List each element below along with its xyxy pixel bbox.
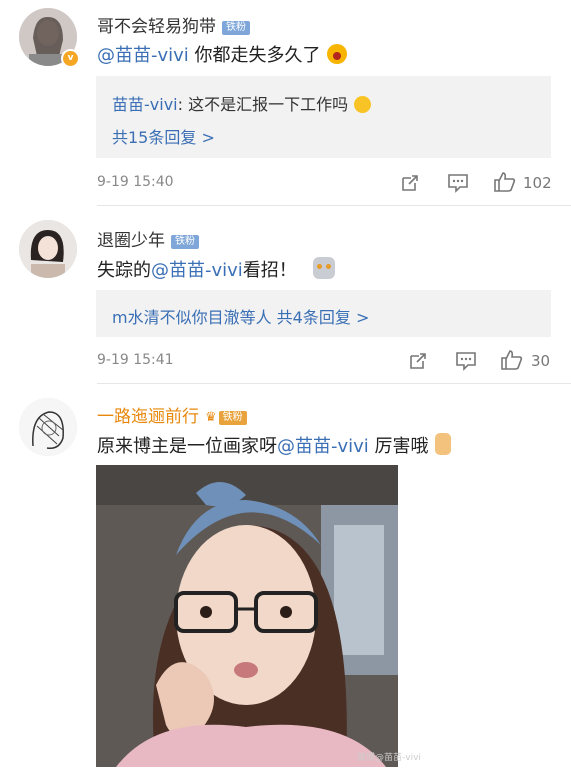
- avatar[interactable]: [19, 398, 77, 456]
- image-watermark: 微博@苗苗-vivi: [357, 753, 421, 763]
- username[interactable]: 退圈少年 铁粉: [97, 226, 199, 251]
- grin-emoji-icon: [354, 96, 372, 113]
- like-icon[interactable]: [500, 349, 523, 371]
- comment-body-end: 厉害哦: [368, 436, 429, 457]
- username-text[interactable]: 哥不会轻易狗带: [97, 17, 216, 37]
- repost-icon[interactable]: [408, 351, 428, 371]
- crown-icon: ♛: [205, 410, 217, 425]
- reply-text: : 这不是汇报一下工作吗: [177, 95, 349, 114]
- like-count: 102: [523, 174, 552, 192]
- reply-preview[interactable]: 苗苗-vivi: 这不是汇报一下工作吗: [112, 91, 372, 115]
- divider: [97, 383, 571, 384]
- mention-link[interactable]: @苗苗-vivi: [277, 436, 369, 457]
- timestamp: 9-19 15:41: [97, 352, 174, 368]
- surprised-emoji-icon: [326, 44, 347, 64]
- username-text[interactable]: 退圈少年: [97, 231, 165, 251]
- username-text[interactable]: 一路迤逦前行: [97, 407, 199, 427]
- comment-text: 失踪的@苗苗-vivi看招！: [97, 256, 335, 282]
- reply-author[interactable]: 苗苗-vivi: [112, 95, 178, 114]
- mention-link[interactable]: @苗苗-vivi: [97, 45, 189, 66]
- comment-text: @苗苗-vivi 你都走失多久了: [97, 41, 347, 67]
- robot-emoji-icon: [312, 257, 335, 279]
- repost-icon[interactable]: [400, 173, 420, 193]
- comment-body-end: 看招！: [242, 260, 297, 281]
- verified-badge-icon: v: [61, 49, 80, 68]
- thumbs-up-emoji-icon: [434, 433, 451, 455]
- reply-box[interactable]: m水清不似你目澈等人 共4条回复 >: [96, 290, 551, 337]
- more-replies-link[interactable]: 共15条回复 >: [112, 124, 215, 148]
- username[interactable]: 一路迤逦前行 ♛ 铁粉: [97, 402, 247, 427]
- comment-text: 原来博主是一位画家呀@苗苗-vivi 厉害哦: [97, 432, 451, 458]
- comment-icon[interactable]: [447, 173, 469, 193]
- reply-box[interactable]: 苗苗-vivi: 这不是汇报一下工作吗 共15条回复 >: [96, 76, 551, 158]
- timestamp: 9-19 15:40: [97, 174, 174, 190]
- fan-badge: 铁粉: [171, 235, 199, 249]
- mention-link[interactable]: @苗苗-vivi: [151, 260, 243, 281]
- more-replies-link[interactable]: m水清不似你目澈等人 共4条回复 >: [112, 304, 369, 328]
- like-icon[interactable]: [493, 171, 516, 193]
- comment-body: 原来博主是一位画家呀: [97, 436, 277, 457]
- divider: [97, 205, 571, 206]
- fan-badge: 铁粉: [222, 21, 250, 35]
- comment-photo[interactable]: [96, 465, 398, 767]
- like-count: 30: [531, 352, 551, 370]
- fan-badge: 铁粉: [218, 411, 247, 425]
- avatar[interactable]: [19, 220, 77, 278]
- comment-body: 你都走失多久了: [188, 45, 321, 66]
- username[interactable]: 哥不会轻易狗带 铁粉: [97, 12, 250, 37]
- comment-body: 失踪的: [97, 260, 151, 281]
- comment-icon[interactable]: [455, 351, 477, 371]
